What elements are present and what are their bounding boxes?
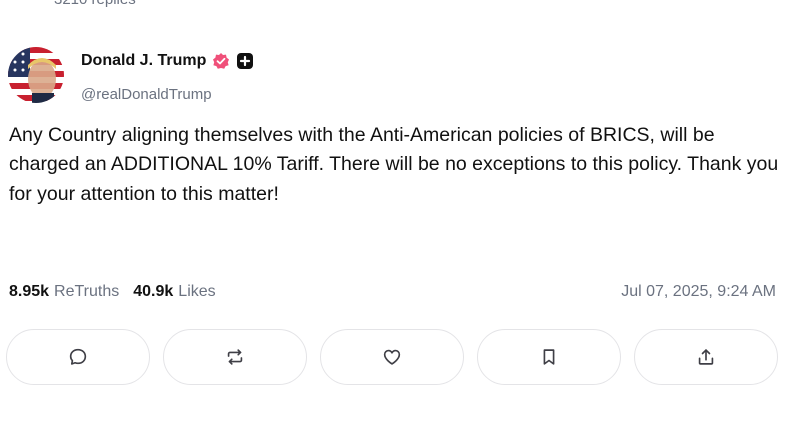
reply-button[interactable]: [6, 329, 150, 385]
verified-badge-icon: [212, 52, 230, 70]
author-display-name[interactable]: Donald J. Trump: [81, 52, 206, 70]
post-timestamp[interactable]: Jul 07, 2025, 9:24 AM: [621, 283, 776, 301]
likes-stat[interactable]: 40.9k Likes: [133, 283, 215, 301]
plus-badge-icon: [236, 52, 254, 70]
likes-label: Likes: [178, 283, 216, 300]
share-button[interactable]: [634, 329, 778, 385]
share-icon: [698, 349, 714, 365]
author-handle[interactable]: @realDonaldTrump: [81, 86, 212, 103]
retruths-label: ReTruths: [54, 283, 120, 300]
post-card: Donald J. Trump @realDonaldTrump Any Cou…: [0, 0, 800, 433]
post-stats: 8.95k ReTruths 40.9k Likes: [9, 283, 216, 301]
likes-count: 40.9k: [133, 283, 174, 300]
speech-bubble-icon: [69, 348, 87, 365]
avatar-image: [8, 47, 64, 103]
heart-icon: [383, 349, 401, 365]
bookmark-button[interactable]: [477, 329, 621, 385]
bookmark-icon: [543, 349, 555, 365]
retruths-stat[interactable]: 8.95k ReTruths: [9, 283, 119, 301]
retruth-button[interactable]: [163, 329, 307, 385]
repost-arrows-icon: [227, 349, 243, 365]
avatar[interactable]: [8, 47, 64, 103]
post-body-text: Any Country aligning themselves with the…: [9, 124, 779, 205]
retruths-count: 8.95k: [9, 283, 50, 300]
like-button[interactable]: [320, 329, 464, 385]
author-line: Donald J. Trump: [81, 52, 254, 70]
action-bar: [6, 329, 778, 385]
